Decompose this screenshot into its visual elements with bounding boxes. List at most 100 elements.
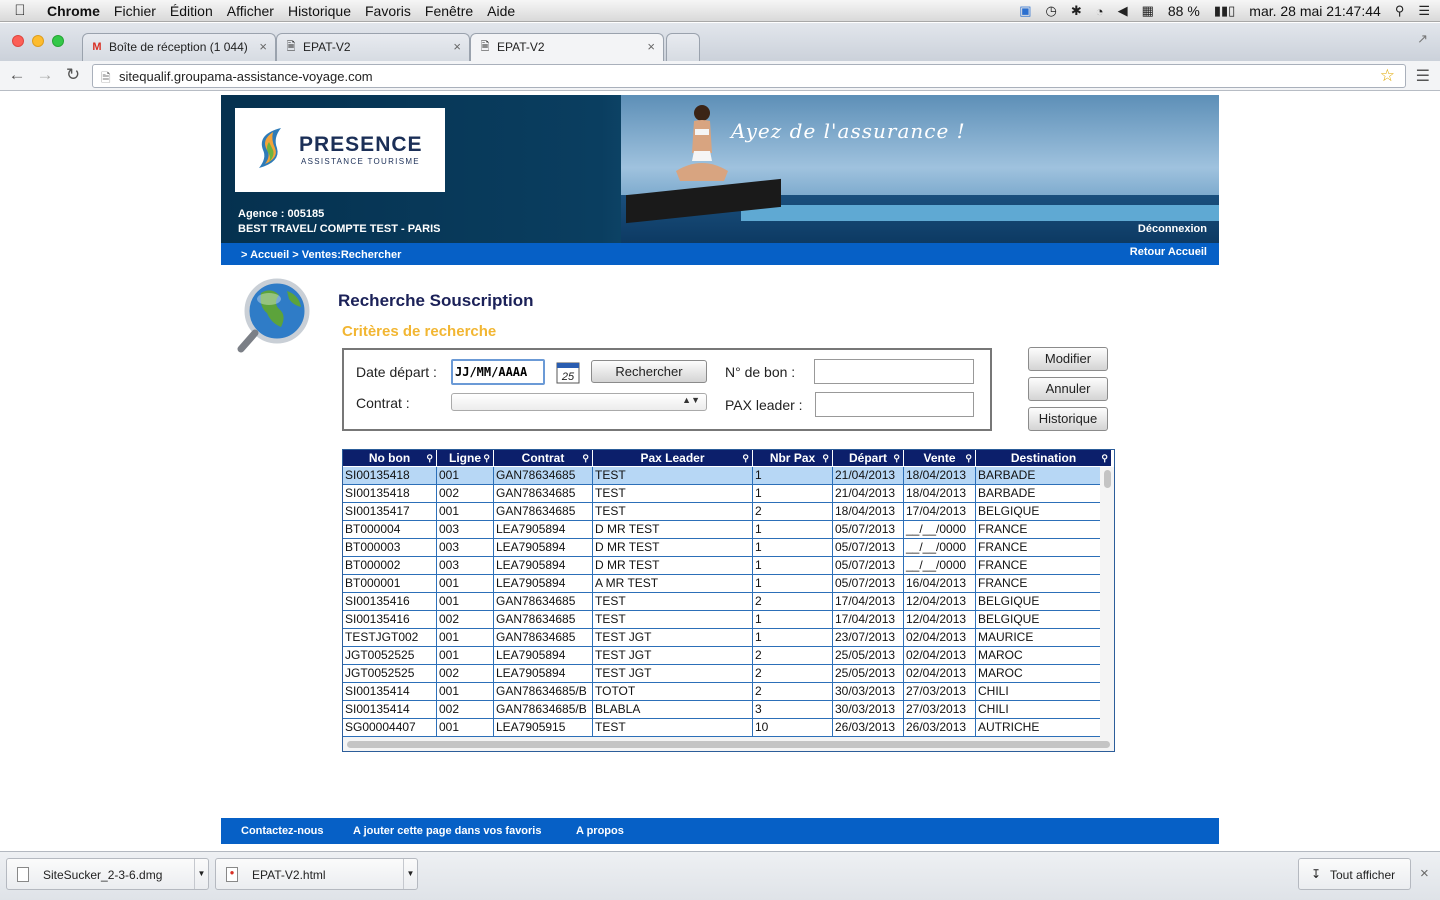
minimize-window-button[interactable]	[32, 35, 44, 47]
spotlight-search-icon[interactable]: ⚲	[1395, 3, 1405, 19]
tab-gmail[interactable]: M Boîte de réception (1 044) ×	[82, 33, 276, 61]
zoom-window-button[interactable]	[52, 35, 64, 47]
menu-historique[interactable]: Historique	[281, 3, 358, 19]
scroll-thumb[interactable]	[1104, 470, 1111, 488]
col-ligne-header[interactable]: Ligne ⚲	[437, 450, 494, 466]
logout-link[interactable]: Déconnexion	[1138, 223, 1207, 235]
table-row[interactable]: BT000002 003 LEA7905894 D MR TEST 1 05/07/201…	[343, 557, 1114, 575]
fullscreen-icon[interactable]: ↗	[1417, 31, 1428, 47]
sort-search-icon[interactable]: ⚲	[965, 450, 972, 466]
notification-list-icon[interactable]: ☰	[1418, 3, 1430, 19]
menu-edition[interactable]: Édition	[163, 3, 220, 19]
table-row[interactable]: SI00135418 002 GAN78634685 TEST 1 21/04/2013 1…	[343, 485, 1114, 503]
search-button[interactable]: Rechercher	[591, 360, 707, 383]
menu-aide[interactable]: Aide	[480, 3, 522, 19]
calendar-icon[interactable]: 25	[554, 359, 582, 385]
tab-epat-1[interactable]: 🗎 EPAT-V2 ×	[276, 33, 470, 61]
close-shelf-icon[interactable]: ×	[1420, 865, 1429, 882]
sort-search-icon[interactable]: ⚲	[426, 450, 433, 466]
chevron-down-icon[interactable]: ▼	[194, 859, 208, 889]
table-row[interactable]: SG00004407 001 LEA7905915 TEST 10 26/03/2013 2…	[343, 719, 1114, 737]
sort-search-icon[interactable]: ⚲	[893, 450, 900, 466]
menu-app[interactable]: Chrome	[40, 3, 107, 19]
forward-icon[interactable]: →	[34, 65, 56, 85]
slogan: Ayez de l'assurance !	[731, 119, 966, 143]
close-window-button[interactable]	[12, 35, 24, 47]
col-vente-header[interactable]: Vente ⚲	[904, 450, 976, 466]
tab-title: EPAT-V2	[497, 40, 545, 54]
add-favorites-link[interactable]: A jouter cette page dans vos favoris	[353, 825, 541, 837]
close-tab-icon[interactable]: ×	[453, 39, 461, 54]
table-row[interactable]: TESTJGT002 001 GAN78634685 TEST JGT 1 23/07/2…	[343, 629, 1114, 647]
chevron-down-icon[interactable]: ▼	[403, 859, 417, 889]
clock[interactable]: mar. 28 mai 21:47:44	[1249, 3, 1381, 19]
col-pax-leader-cell: A MR TEST	[593, 575, 753, 593]
table-row[interactable]: BT000003 003 LEA7905894 D MR TEST 1 05/07/201…	[343, 539, 1114, 557]
battery-icon[interactable]: ▮▮▯	[1214, 3, 1235, 19]
menu-favoris[interactable]: Favoris	[358, 3, 418, 19]
contact-link[interactable]: Contactez-nous	[241, 825, 324, 837]
reload-icon[interactable]: ↻	[62, 65, 84, 85]
close-tab-icon[interactable]: ×	[647, 39, 655, 54]
sort-search-icon[interactable]: ⚲	[822, 450, 829, 466]
table-row[interactable]: BT000004 003 LEA7905894 D MR TEST 1 05/07/201…	[343, 521, 1114, 539]
breadcrumb[interactable]: > Accueil > Ventes:Rechercher	[241, 249, 401, 261]
sort-search-icon[interactable]: ⚲	[1101, 450, 1108, 466]
back-icon[interactable]: ←	[6, 65, 28, 85]
time-machine-icon[interactable]: ◷	[1045, 3, 1056, 19]
volume-icon[interactable]: ◀	[1118, 3, 1128, 19]
table-row[interactable]: SI00135417 001 GAN78634685 TEST 2 18/04/2013 1…	[343, 503, 1114, 521]
close-tab-icon[interactable]: ×	[259, 39, 267, 54]
table-row[interactable]: JGT0052525 001 LEA7905894 TEST JGT 2 25/05/20…	[343, 647, 1114, 665]
col-destination-header[interactable]: Destination ⚲	[976, 450, 1112, 466]
show-all-downloads-button[interactable]: ↧ Tout afficher	[1298, 858, 1411, 890]
table-row[interactable]: SI00135416 001 GAN78634685 TEST 2 17/04/2013 1…	[343, 593, 1114, 611]
history-button[interactable]: Historique	[1028, 407, 1108, 431]
new-tab-button[interactable]	[666, 33, 700, 61]
table-row[interactable]: SI00135416 002 GAN78634685 TEST 1 17/04/2013 1…	[343, 611, 1114, 629]
sort-search-icon[interactable]: ⚲	[483, 450, 490, 466]
bon-number-input[interactable]	[814, 359, 974, 384]
table-row[interactable]: BT000001 001 LEA7905894 A MR TEST 1 05/07/201…	[343, 575, 1114, 593]
download-item[interactable]: SiteSucker_2-3-6.dmg ▼	[6, 858, 209, 890]
sort-search-icon[interactable]: ⚲	[582, 450, 589, 466]
col-pax-leader-header[interactable]: Pax Leader ⚲	[593, 450, 753, 466]
menu-fenetre[interactable]: Fenêtre	[418, 3, 480, 19]
contrat-select[interactable]: ▲▼	[451, 393, 707, 411]
wifi-icon[interactable]: ◔	[1096, 4, 1104, 19]
presence-logo[interactable]: PRESENCE ASSISTANCE TOURISME	[235, 108, 445, 192]
pax-leader-input[interactable]	[815, 392, 974, 417]
menu-afficher[interactable]: Afficher	[220, 3, 281, 19]
bookmark-star-icon[interactable]: ☆	[1380, 66, 1395, 86]
col-no-bon-header[interactable]: No bon ⚲	[343, 450, 437, 466]
col-no-bon-cell: SI00135417	[343, 503, 437, 521]
tab-epat-2[interactable]: 🗎 EPAT-V2 ×	[470, 33, 664, 61]
menu-fichier[interactable]: Fichier	[107, 3, 163, 19]
sort-search-icon[interactable]: ⚲	[742, 450, 749, 466]
back-home-link[interactable]: Retour Accueil	[1130, 246, 1207, 258]
col-depart-header[interactable]: Départ ⚲	[833, 450, 904, 466]
col-destination-cell: AUTRICHE	[976, 719, 1112, 737]
scroll-thumb[interactable]	[347, 741, 1110, 748]
menu-icon[interactable]: ☰	[1416, 66, 1430, 86]
about-link[interactable]: A propos	[576, 825, 624, 837]
col-contrat-header[interactable]: Contrat ⚲	[494, 450, 593, 466]
col-nbr-pax-header[interactable]: Nbr Pax ⚲	[753, 450, 833, 466]
page-icon: 🗎	[101, 71, 111, 85]
modify-button[interactable]: Modifier	[1028, 347, 1108, 371]
table-row[interactable]: SI00135414 001 GAN78634685/B TOTOT 2 30/03/20…	[343, 683, 1114, 701]
vertical-scrollbar[interactable]	[1100, 467, 1114, 737]
download-item[interactable]: ● EPAT-V2.html ▼	[215, 858, 418, 890]
apple-icon[interactable]: 	[0, 2, 40, 19]
keyboard-icon[interactable]: ▦	[1142, 3, 1154, 19]
address-bar[interactable]: 🗎 sitequalif.groupama-assistance-voyage.…	[92, 64, 1406, 88]
table-row[interactable]: JGT0052525 002 LEA7905894 TEST JGT 2 25/05/20…	[343, 665, 1114, 683]
date-input[interactable]	[451, 359, 545, 385]
cancel-button[interactable]: Annuler	[1028, 377, 1108, 401]
horizontal-scrollbar[interactable]	[343, 737, 1114, 751]
table-row[interactable]: SI00135414 002 GAN78634685/B BLABLA 3 30/03/2…	[343, 701, 1114, 719]
col-depart-cell: 23/07/2013	[833, 629, 904, 647]
bluetooth-icon[interactable]: ✱	[1071, 3, 1082, 19]
dropbox-icon[interactable]: ▣	[1019, 3, 1031, 19]
table-row[interactable]: SI00135418 001 GAN78634685 TEST 1 21/04/2013 1…	[343, 467, 1114, 485]
